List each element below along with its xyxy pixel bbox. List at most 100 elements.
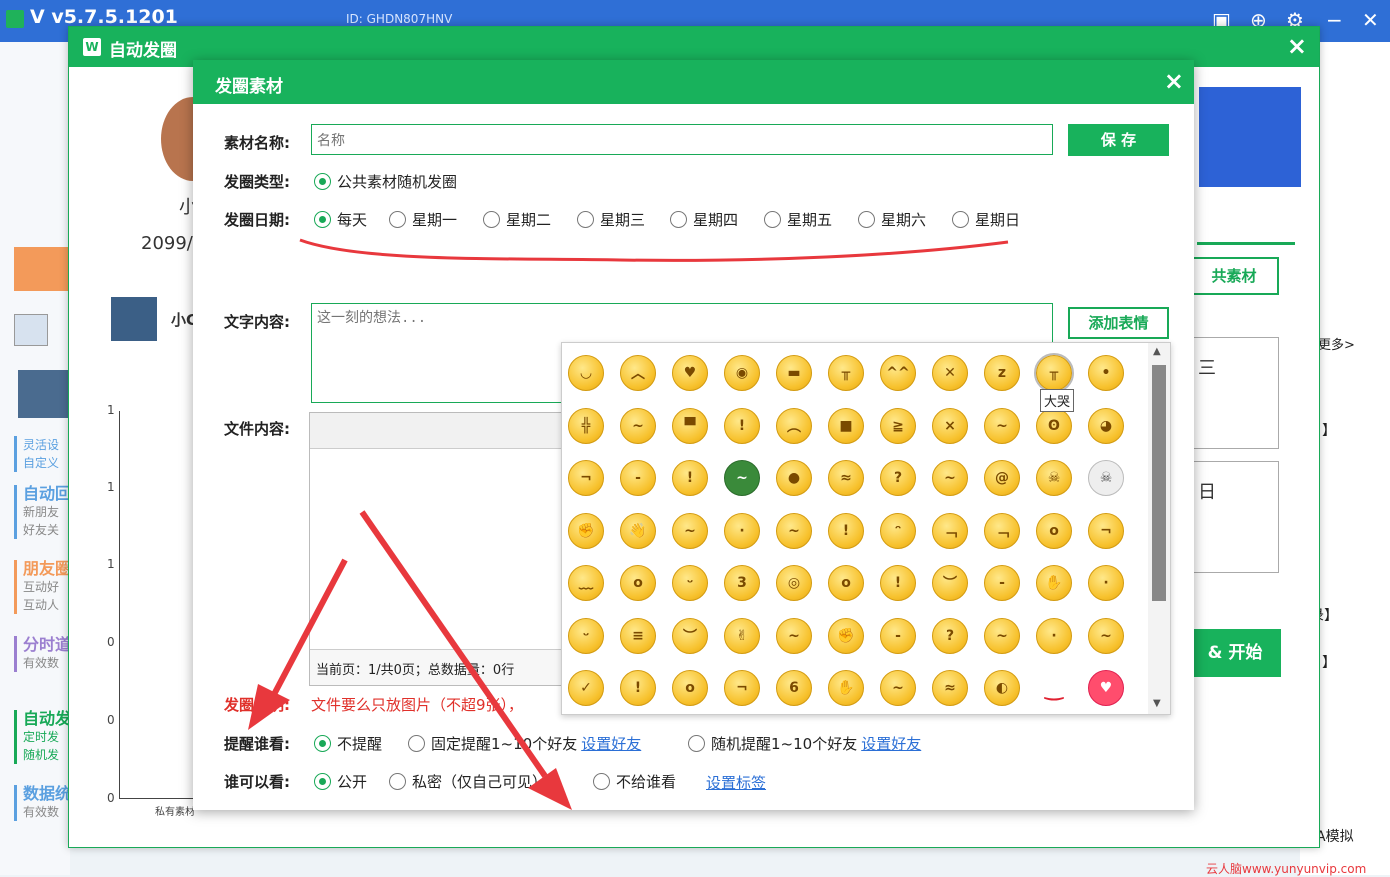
- emoji-4-1-icon[interactable]: o: [620, 565, 656, 601]
- emoji-0-3-icon[interactable]: ◉: [724, 355, 760, 391]
- emoji-scrollbar[interactable]: ▲ ▼: [1148, 343, 1170, 714]
- emoji-5-1-icon[interactable]: ≡: [620, 617, 656, 654]
- emoji-6-7-icon[interactable]: ≈: [932, 670, 968, 706]
- emoji-0-5-icon[interactable]: ╥: [828, 355, 864, 391]
- radio-random-remind[interactable]: 随机提醒1~10个好友 设置好友: [688, 733, 921, 754]
- side-moments[interactable]: 朋友圈 互动好 互动人: [14, 560, 70, 614]
- set-tags-link[interactable]: 设置标签: [706, 772, 766, 793]
- emoji-4-7-icon[interactable]: ︶: [932, 565, 968, 601]
- close-dialog-icon[interactable]: ×: [1164, 67, 1184, 95]
- emoji-5-3-icon[interactable]: ✌: [724, 617, 760, 654]
- emoji-5-2-icon[interactable]: ︶: [672, 617, 708, 654]
- more-link[interactable]: 更多>: [1318, 334, 1355, 353]
- emoji-2-9-icon[interactable]: ☠: [1036, 460, 1072, 496]
- radio-monday[interactable]: 星期一: [389, 209, 457, 230]
- emoji-3-1-icon[interactable]: 👋: [620, 512, 656, 549]
- add-emoji-button[interactable]: 添加表情: [1068, 307, 1169, 339]
- radio-no-remind[interactable]: 不提醒: [314, 733, 382, 754]
- radio-hide-from[interactable]: 不给谁看: [593, 771, 676, 792]
- radio-public[interactable]: 公开: [314, 771, 367, 792]
- emoji-3-2-icon[interactable]: ~: [672, 512, 708, 549]
- radio-saturday[interactable]: 星期六: [858, 209, 926, 230]
- start-button[interactable]: & 开始: [1189, 629, 1281, 677]
- emoji-4-5-icon[interactable]: o: [828, 565, 864, 601]
- emoji-5-10-icon[interactable]: ~: [1088, 617, 1124, 654]
- emoji-1-4-icon[interactable]: ︵: [776, 407, 812, 444]
- emoji-6-9-icon[interactable]: ‿: [1036, 670, 1072, 706]
- emoji-6-4-icon[interactable]: 6: [776, 670, 812, 706]
- emoji-5-0-icon[interactable]: ᵕ: [568, 617, 604, 654]
- radio-wednesday[interactable]: 星期三: [577, 209, 645, 230]
- emoji-2-1-icon[interactable]: -: [620, 460, 656, 496]
- emoji-1-1-icon[interactable]: ~: [620, 407, 656, 444]
- emoji-6-8-icon[interactable]: ◐: [984, 670, 1020, 706]
- set-friends-link-2[interactable]: 设置好友: [861, 733, 921, 754]
- emoji-2-3-icon[interactable]: ~: [724, 460, 760, 496]
- emoji-2-6-icon[interactable]: ?: [880, 460, 916, 496]
- emoji-1-0-icon[interactable]: ╬: [568, 407, 604, 444]
- emoji-3-6-icon[interactable]: ᵔ: [880, 512, 916, 549]
- scroll-down-icon[interactable]: ▼: [1153, 698, 1161, 709]
- emoji-1-6-icon[interactable]: ≧: [880, 407, 916, 444]
- radio-fixed-remind[interactable]: 固定提醒1~10个好友 设置好友: [408, 733, 641, 754]
- radio-tuesday[interactable]: 星期二: [483, 209, 551, 230]
- emoji-4-0-icon[interactable]: ﹏: [568, 565, 604, 601]
- emoji-4-9-icon[interactable]: ✋: [1036, 565, 1072, 601]
- save-button[interactable]: 保 存: [1068, 124, 1169, 156]
- emoji-2-2-icon[interactable]: !: [672, 460, 708, 496]
- emoji-0-7-icon[interactable]: ✕: [932, 355, 968, 391]
- emoji-1-7-icon[interactable]: ×: [932, 407, 968, 444]
- emoji-4-4-icon[interactable]: ◎: [776, 565, 812, 601]
- emoji-0-9-icon[interactable]: ╥: [1034, 353, 1074, 393]
- radio-friday[interactable]: 星期五: [764, 209, 832, 230]
- minimize-icon[interactable]: −: [1326, 8, 1343, 32]
- emoji-3-3-icon[interactable]: ·: [724, 512, 760, 549]
- emoji-1-10-icon[interactable]: ◕: [1088, 407, 1124, 444]
- emoji-1-5-icon[interactable]: ■: [828, 407, 864, 444]
- close-post-icon[interactable]: ×: [1287, 32, 1307, 60]
- radio-public-random[interactable]: 公共素材随机发圈: [314, 171, 457, 192]
- emoji-3-8-icon[interactable]: ﹁: [984, 512, 1020, 549]
- emoji-3-4-icon[interactable]: ~: [776, 512, 812, 549]
- emoji-1-9-icon[interactable]: ʘ: [1036, 407, 1072, 444]
- emoji-5-4-icon[interactable]: ~: [776, 617, 812, 654]
- emoji-4-6-icon[interactable]: !: [880, 565, 916, 601]
- emoji-6-5-icon[interactable]: ✋: [828, 670, 864, 706]
- public-material-button[interactable]: 共素材: [1189, 257, 1279, 295]
- scroll-up-icon[interactable]: ▲: [1153, 346, 1161, 357]
- emoji-0-6-icon[interactable]: ^^: [880, 355, 916, 391]
- scroll-thumb[interactable]: [1152, 365, 1166, 601]
- emoji-5-7-icon[interactable]: ?: [932, 617, 968, 654]
- emoji-5-9-icon[interactable]: ·: [1036, 617, 1072, 654]
- emoji-6-3-icon[interactable]: ¬: [724, 670, 760, 706]
- emoji-6-10-icon[interactable]: ♥: [1088, 670, 1124, 706]
- emoji-3-10-icon[interactable]: ¬: [1088, 512, 1124, 549]
- emoji-0-1-icon[interactable]: ︿: [620, 355, 656, 391]
- emoji-3-9-icon[interactable]: o: [1036, 512, 1072, 549]
- emoji-4-10-icon[interactable]: ·: [1088, 565, 1124, 601]
- emoji-6-1-icon[interactable]: !: [620, 670, 656, 706]
- emoji-2-4-icon[interactable]: ●: [776, 460, 812, 496]
- radio-thursday[interactable]: 星期四: [670, 209, 738, 230]
- emoji-1-2-icon[interactable]: ▀: [672, 407, 708, 444]
- emoji-3-5-icon[interactable]: !: [828, 512, 864, 549]
- emoji-5-8-icon[interactable]: ~: [984, 617, 1020, 654]
- name-input[interactable]: [311, 124, 1053, 155]
- emoji-0-10-icon[interactable]: •: [1088, 355, 1124, 391]
- emoji-6-0-icon[interactable]: ✓: [568, 670, 604, 706]
- emoji-5-6-icon[interactable]: -: [880, 617, 916, 654]
- emoji-0-4-icon[interactable]: ▬: [776, 355, 812, 391]
- side-flex[interactable]: 灵活设 自定义: [14, 436, 70, 472]
- radio-sunday[interactable]: 星期日: [952, 209, 1020, 230]
- radio-private[interactable]: 私密（仅自己可见）: [389, 771, 547, 792]
- emoji-3-7-icon[interactable]: ﹁: [932, 512, 968, 549]
- emoji-6-2-icon[interactable]: o: [672, 670, 708, 706]
- emoji-6-6-icon[interactable]: ~: [880, 670, 916, 706]
- emoji-2-10-icon[interactable]: ☠: [1088, 460, 1124, 496]
- emoji-5-5-icon[interactable]: ✊: [828, 617, 864, 654]
- emoji-0-2-icon[interactable]: ♥: [672, 355, 708, 391]
- side-auto-reply[interactable]: 自动回 新朋友 好友关: [14, 485, 70, 539]
- emoji-1-3-icon[interactable]: !: [724, 407, 760, 444]
- side-timeshare[interactable]: 分时道 有效数: [14, 636, 70, 672]
- emoji-1-8-icon[interactable]: ~: [984, 407, 1020, 444]
